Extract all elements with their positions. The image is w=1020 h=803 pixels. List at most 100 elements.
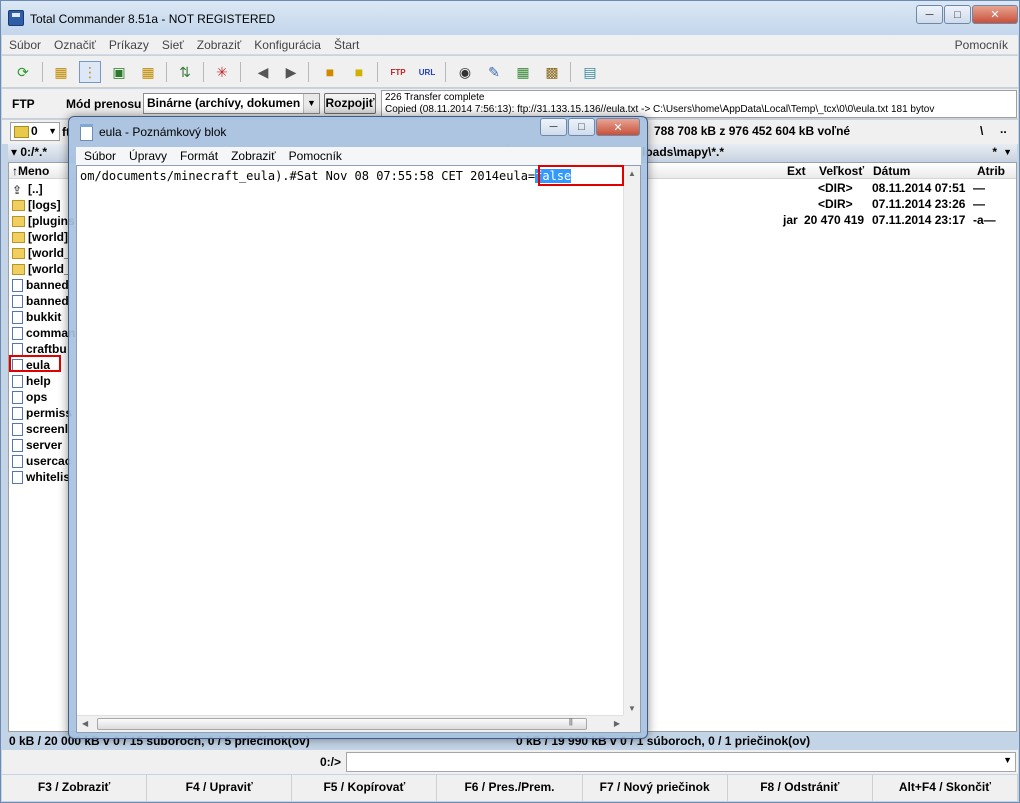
vertical-scrollbar[interactable]: ▲ ▼: [623, 166, 640, 716]
f7-new-folder-button[interactable]: F7 / Nový priečinok: [583, 775, 728, 801]
f5-copy-button[interactable]: F5 / Kopírovať: [292, 775, 438, 801]
file-row[interactable]: screenl: [12, 421, 68, 437]
file-icon: [12, 294, 23, 308]
file-row[interactable]: [plugins: [12, 213, 75, 229]
tree-view-icon[interactable]: ▦: [137, 61, 159, 83]
scroll-up-arrow-icon[interactable]: ▲: [628, 169, 636, 178]
menu-pomocnik[interactable]: Pomocník: [955, 38, 1008, 52]
file-row[interactable]: [world_: [12, 245, 71, 261]
file-row[interactable]: banned: [12, 277, 69, 293]
horizontal-scroll-thumb[interactable]: [97, 717, 587, 730]
f3-view-button[interactable]: F3 / Zobraziť: [2, 775, 148, 801]
brief-view-icon[interactable]: ▦: [50, 61, 72, 83]
close-button[interactable]: ✕: [972, 5, 1018, 24]
menu-subor[interactable]: Súbor: [2, 38, 47, 52]
search-binoculars-icon[interactable]: ◉: [454, 61, 476, 83]
select-all-icon[interactable]: ✳: [211, 61, 233, 83]
up-arrow-icon: ⇪: [12, 182, 23, 197]
notepad-menubar: Súbor Úpravy Formát Zobraziť Pomocník: [76, 147, 641, 165]
alt-f4-exit-button[interactable]: Alt+F4 / Skončiť: [873, 775, 1018, 801]
file-row[interactable]: comman: [12, 325, 75, 341]
scroll-left-arrow-icon[interactable]: ◀: [82, 719, 88, 728]
file-icon: [12, 326, 23, 340]
back-arrow-icon[interactable]: ◀: [252, 61, 274, 83]
scroll-right-arrow-icon[interactable]: ▶: [614, 719, 620, 728]
f4-edit-button[interactable]: F4 / Upraviť: [147, 775, 293, 801]
file-icon: [12, 310, 23, 324]
file-row[interactable]: banned: [12, 293, 69, 309]
file-row[interactable]: permiss: [12, 405, 72, 421]
minimize-button[interactable]: ─: [540, 118, 567, 136]
maximize-button[interactable]: □: [568, 118, 595, 136]
file-row[interactable]: help: [12, 373, 51, 389]
menu-oznacit[interactable]: Označiť: [47, 38, 102, 52]
forward-arrow-icon[interactable]: ▶: [280, 61, 302, 83]
file-name: banned: [26, 278, 69, 292]
minimize-button[interactable]: ─: [916, 5, 943, 24]
tc-window-controls: ─ □ ✕: [915, 5, 1018, 25]
f6-move-button[interactable]: F6 / Pres./Prem.: [437, 775, 583, 801]
file-date: 08.11.2014 07:51: [872, 181, 966, 195]
tc-menubar: Súbor Označiť Príkazy Sieť Zobraziť Konf…: [2, 35, 1018, 55]
column-name-header[interactable]: ↑Meno: [12, 164, 49, 178]
sync-dirs-icon[interactable]: ▦: [512, 61, 534, 83]
notepad-icon[interactable]: ▤: [579, 61, 601, 83]
refresh-icon[interactable]: ⟳: [12, 61, 34, 83]
chevron-down-icon[interactable]: ▼: [1003, 755, 1012, 765]
file-row[interactable]: bukkit: [12, 309, 61, 325]
transfer-mode-select[interactable]: Binárne (archívy, dokumen ▼: [143, 93, 320, 114]
menu-start[interactable]: Štart: [327, 38, 365, 52]
thumbnail-view-icon[interactable]: ▣: [108, 61, 130, 83]
menu-subor[interactable]: Súbor: [76, 149, 121, 163]
menu-upravy[interactable]: Úpravy: [121, 149, 172, 163]
file-row[interactable]: server: [12, 437, 62, 453]
file-row[interactable]: ops: [12, 389, 47, 405]
tc-titlebar[interactable]: Total Commander 8.51a - NOT REGISTERED ─…: [1, 1, 1019, 35]
file-row[interactable]: ⇪ [..]: [12, 181, 43, 197]
folder-icon: [12, 215, 25, 227]
maximize-button[interactable]: □: [944, 5, 971, 24]
left-drive-select[interactable]: 0 ▼: [10, 122, 60, 141]
notepad-window-controls: ─ □ ✕: [539, 118, 640, 136]
menu-prikazy[interactable]: Príkazy: [102, 38, 155, 52]
pack-files-icon[interactable]: ■: [319, 61, 341, 83]
menu-siet[interactable]: Sieť: [155, 38, 190, 52]
column-attr-header[interactable]: Atrib: [977, 164, 1005, 178]
file-row[interactable]: [world_: [12, 261, 71, 277]
menu-zobrazit[interactable]: Zobraziť: [190, 38, 248, 52]
url-connect-icon[interactable]: URL: [416, 61, 438, 83]
file-icon: [12, 470, 23, 484]
column-size-header[interactable]: Veľkosť: [819, 164, 864, 178]
command-input[interactable]: ▼: [346, 752, 1016, 772]
menu-konfiguracia[interactable]: Konfigurácia: [247, 38, 327, 52]
file-row[interactable]: usercac: [12, 453, 71, 469]
scroll-down-arrow-icon[interactable]: ▼: [628, 704, 636, 713]
root-dir-button[interactable]: \: [980, 124, 983, 138]
menu-zobrazit[interactable]: Zobraziť: [223, 149, 281, 163]
tc-title: Total Commander 8.51a - NOT REGISTERED: [30, 12, 276, 26]
detailed-view-icon[interactable]: ⋮: [79, 61, 101, 83]
file-row[interactable]: [world]: [12, 229, 68, 245]
multi-rename-icon[interactable]: ✎: [483, 61, 505, 83]
file-row[interactable]: [logs]: [12, 197, 61, 213]
compare-files-icon[interactable]: ▩: [541, 61, 563, 83]
ftp-log[interactable]: 226 Transfer complete Copied (08.11.2014…: [381, 90, 1017, 118]
file-icon: [12, 406, 23, 420]
menu-pomocnik[interactable]: Pomocník: [281, 149, 347, 163]
chevron-down-icon[interactable]: ▼: [1003, 144, 1012, 160]
close-button[interactable]: ✕: [596, 118, 640, 136]
transfer-mode-value: Binárne (archívy, dokumen: [147, 96, 301, 110]
f8-delete-button[interactable]: F8 / Odstrániť: [728, 775, 873, 801]
parent-dir-button[interactable]: ..: [1000, 122, 1007, 136]
file-row[interactable]: whitelis: [12, 469, 70, 485]
history-star-button[interactable]: *: [992, 144, 997, 160]
ftp-connect-icon[interactable]: FTP: [387, 61, 409, 83]
disconnect-button[interactable]: Rozpojiť: [324, 93, 376, 114]
column-ext-header[interactable]: Ext: [787, 164, 806, 178]
notepad-text-area[interactable]: om/documents/minecraft_eula).#Sat Nov 08…: [76, 165, 641, 733]
invert-selection-icon[interactable]: ⇅: [174, 61, 196, 83]
column-date-header[interactable]: Dátum: [873, 164, 910, 178]
unpack-files-icon[interactable]: ■: [348, 61, 370, 83]
menu-format[interactable]: Formát: [172, 149, 223, 163]
horizontal-scrollbar[interactable]: ◀ ▶: [77, 715, 625, 732]
